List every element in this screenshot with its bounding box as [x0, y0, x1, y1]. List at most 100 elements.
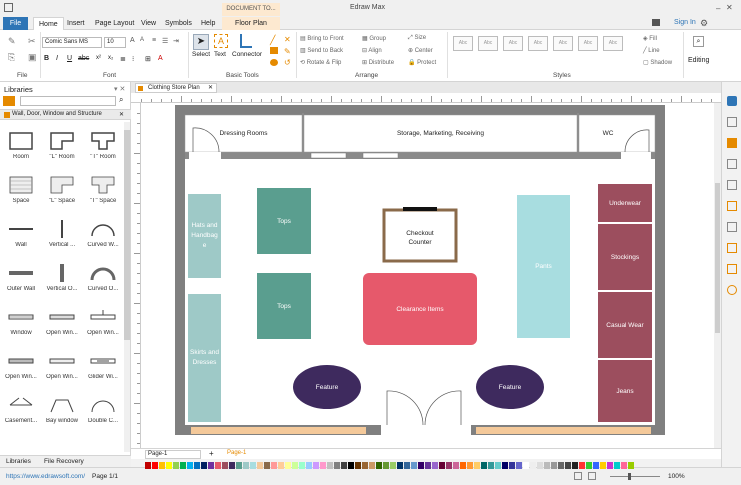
distribute-button[interactable]: ⊞ Distribute — [362, 59, 394, 66]
paste-icon[interactable]: ▣ — [28, 52, 37, 63]
color-swatch[interactable] — [285, 462, 291, 469]
layers-icon[interactable] — [727, 180, 737, 190]
color-swatch[interactable] — [460, 462, 466, 469]
color-swatch[interactable] — [159, 462, 165, 469]
protect-button[interactable]: 🔒 Protect — [408, 59, 436, 66]
document-tab[interactable]: Clothing Store Plan ✕ — [135, 83, 217, 93]
color-swatch[interactable] — [341, 462, 347, 469]
color-swatch[interactable] — [397, 462, 403, 469]
align-text-icon[interactable]: ≡ — [152, 37, 156, 44]
color-swatch[interactable] — [614, 462, 620, 469]
color-swatch[interactable] — [565, 462, 571, 469]
tab-view[interactable]: View — [136, 17, 161, 30]
fit-page-icon[interactable] — [574, 472, 582, 480]
pen-tool-icon[interactable]: ✎ — [284, 47, 291, 56]
library-shape[interactable]: "L" Space — [41, 170, 83, 212]
canvas-scroll-thumb[interactable] — [715, 183, 720, 333]
color-swatch[interactable] — [166, 462, 172, 469]
library-shape[interactable]: Curved W... — [82, 214, 124, 256]
indent-icon[interactable]: ⇥ — [173, 37, 179, 45]
color-swatch[interactable] — [222, 462, 228, 469]
close-icon[interactable]: ✕ — [726, 3, 733, 12]
shape-tool-icon[interactable] — [270, 47, 278, 54]
color-swatch[interactable] — [208, 462, 214, 469]
library-shape[interactable]: Glider Wi... — [82, 346, 124, 388]
library-shape[interactable]: "T" Room — [82, 126, 124, 168]
library-shape[interactable]: Double C... — [82, 390, 124, 432]
crop-tool-icon[interactable]: ✕ — [284, 35, 291, 44]
new-icon[interactable]: ✎ — [8, 36, 16, 47]
color-swatch[interactable] — [439, 462, 445, 469]
color-swatch[interactable] — [229, 462, 235, 469]
style-preset-1[interactable]: Abc — [453, 36, 473, 51]
color-swatch[interactable] — [607, 462, 613, 469]
color-swatch[interactable] — [537, 462, 543, 469]
style-preset-2[interactable]: Abc — [478, 36, 498, 51]
gear-icon[interactable]: ⚙ — [700, 18, 708, 29]
tab-floor-plan[interactable]: Floor Plan — [222, 17, 280, 30]
library-menu-icon[interactable]: ▾ ✕ — [114, 85, 125, 93]
color-swatch[interactable] — [264, 462, 270, 469]
library-shape[interactable]: Window — [0, 302, 42, 344]
minimize-icon[interactable]: – — [716, 4, 720, 13]
color-swatch[interactable] — [271, 462, 277, 469]
zoom-slider[interactable] — [610, 473, 660, 480]
rotate-flip-button[interactable]: ⟲ Rotate & Flip — [300, 59, 341, 66]
color-swatch[interactable] — [187, 462, 193, 469]
color-swatch[interactable] — [390, 462, 396, 469]
color-swatch[interactable] — [278, 462, 284, 469]
hyperlink-icon[interactable] — [727, 222, 737, 232]
color-swatch[interactable] — [600, 462, 606, 469]
zoom-slider-thumb[interactable] — [628, 473, 631, 480]
app-menu-icon[interactable] — [4, 3, 13, 12]
bullets-icon[interactable]: ⁝ — [132, 55, 134, 63]
file-recovery-tab[interactable]: File Recovery — [44, 458, 84, 465]
library-shape[interactable]: Casement... — [0, 390, 42, 432]
bold-icon[interactable]: B — [44, 55, 49, 62]
library-shape[interactable]: Room — [0, 126, 42, 168]
font-color-icon[interactable]: A — [158, 55, 163, 62]
italic-icon[interactable]: I — [56, 55, 58, 62]
page-select[interactable]: Page-1 — [145, 450, 201, 459]
color-swatch[interactable] — [194, 462, 200, 469]
close-icon[interactable]: ✕ — [208, 84, 213, 92]
color-swatch[interactable] — [362, 462, 368, 469]
color-swatch[interactable] — [544, 462, 550, 469]
color-swatch[interactable] — [572, 462, 578, 469]
color-swatch[interactable] — [579, 462, 585, 469]
copy-icon[interactable]: ⎘ — [8, 52, 15, 63]
tab-home[interactable]: Home — [33, 17, 64, 30]
search-icon[interactable]: ⌕ — [693, 36, 704, 47]
color-swatch[interactable] — [369, 462, 375, 469]
share-icon[interactable] — [652, 19, 660, 26]
font-size-select[interactable]: 10 — [104, 37, 126, 48]
center-button[interactable]: ⊕ Center — [408, 47, 433, 54]
color-swatch[interactable] — [418, 462, 424, 469]
text-direction-icon[interactable]: ≣ — [120, 55, 126, 63]
color-swatch[interactable] — [516, 462, 522, 469]
tab-page-layout[interactable]: Page Layout — [90, 17, 139, 30]
library-shape[interactable]: Bay window — [41, 390, 83, 432]
fill-button[interactable]: ◈ Fill — [643, 35, 657, 42]
font-family-select[interactable]: Comic Sans MS — [42, 37, 102, 48]
color-swatch[interactable] — [495, 462, 501, 469]
color-swatch[interactable] — [558, 462, 564, 469]
line-tool-icon[interactable]: ╱ — [270, 35, 275, 46]
library-shape[interactable]: Wall — [0, 214, 42, 256]
grow-font-icon[interactable]: A — [130, 37, 135, 44]
color-swatch[interactable] — [320, 462, 326, 469]
color-swatch[interactable] — [593, 462, 599, 469]
color-swatch[interactable] — [250, 462, 256, 469]
library-search-input[interactable] — [20, 96, 116, 106]
subscript-icon[interactable]: x₂ — [108, 55, 113, 61]
library-shape[interactable]: Vertical O... — [41, 258, 83, 300]
libraries-tab[interactable]: Libraries — [6, 458, 31, 465]
library-shape[interactable]: Space — [0, 170, 42, 212]
color-swatch[interactable] — [306, 462, 312, 469]
library-scrollbar[interactable] — [124, 122, 130, 452]
color-swatch[interactable] — [621, 462, 627, 469]
color-swatch[interactable] — [586, 462, 592, 469]
library-shape[interactable]: Vertical ... — [41, 214, 83, 256]
library-search-icon[interactable]: ⌕ — [119, 95, 123, 105]
attachment-icon[interactable] — [727, 243, 737, 253]
